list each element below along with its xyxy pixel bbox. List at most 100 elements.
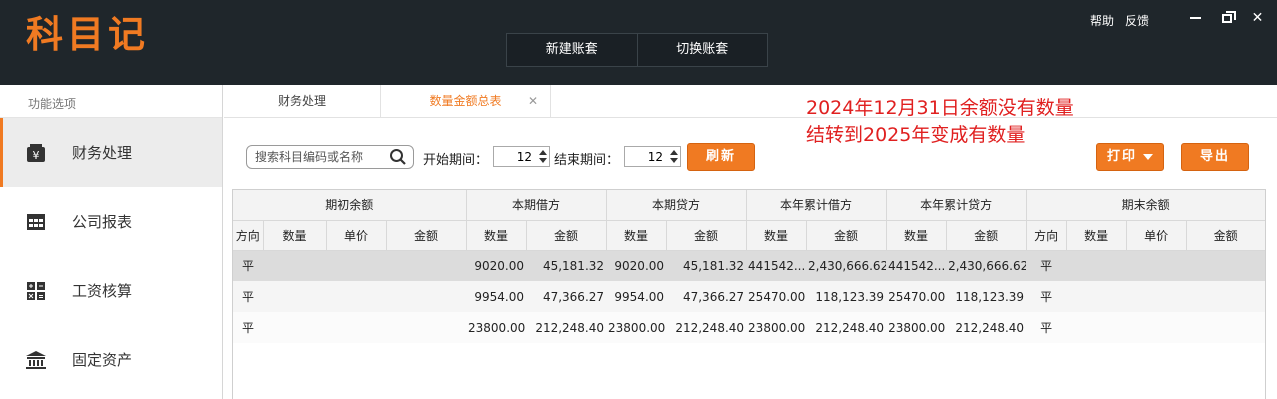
- group-header: 本年累计贷方: [886, 190, 1027, 221]
- table-cell: [1186, 281, 1265, 312]
- sidebar-item-label: 固定资产: [72, 351, 133, 369]
- title-bar: 科目记 新建账套 切换账套 帮助 反馈 ✕: [0, 0, 1277, 85]
- tab-quantity-amount-summary[interactable]: 数量金额总表 ✕: [381, 85, 551, 118]
- yen-box-icon: ¥: [24, 141, 48, 165]
- table-cell: 45,181.32: [666, 250, 747, 281]
- column-header[interactable]: 数量: [886, 220, 947, 251]
- table-row[interactable]: 平 23800.00 212,248.40 23800.00 212,248.40 238…: [233, 312, 1265, 343]
- refresh-button[interactable]: 刷新: [687, 143, 755, 171]
- table-cell: [263, 281, 326, 312]
- search-input[interactable]: [247, 146, 385, 168]
- table-cell: 118,123.39: [946, 281, 1027, 312]
- group-header: 本年累计借方: [746, 190, 887, 221]
- spinner-arrows[interactable]: [669, 148, 678, 165]
- table-cell: [326, 312, 386, 343]
- table-cell: 212,248.40: [526, 312, 607, 343]
- column-header[interactable]: 数量: [606, 220, 667, 251]
- table-row[interactable]: 平 9020.00 45,181.32 9020.00 45,181.32 441542.…: [233, 250, 1265, 281]
- table-cell: [386, 250, 467, 281]
- export-button[interactable]: 导出: [1181, 143, 1249, 171]
- column-header[interactable]: 数量: [466, 220, 527, 251]
- table-cell: [1126, 281, 1187, 312]
- main-content: 财务处理 数量金额总表 ✕ 2024年12月31日余额没有数量 结转到2025年…: [224, 85, 1277, 399]
- restore-icon[interactable]: [1211, 10, 1242, 26]
- end-period-input[interactable]: [625, 147, 669, 166]
- column-header[interactable]: 金额: [946, 220, 1027, 251]
- column-header[interactable]: 数量: [746, 220, 807, 251]
- sidebar-item-label: 公司报表: [72, 213, 133, 231]
- toolbar: 开始期间： 结束期间： 刷新 打印 导出: [224, 143, 1277, 173]
- new-account-set-button[interactable]: 新建账套: [507, 34, 637, 66]
- table-cell: [263, 250, 326, 281]
- table-cell: [1186, 312, 1265, 343]
- table-cell: 47,366.27: [526, 281, 607, 312]
- table-cell: [1066, 281, 1127, 312]
- column-header[interactable]: 方向: [1026, 220, 1067, 251]
- annotation-line-1: 2024年12月31日余额没有数量: [806, 97, 1074, 119]
- table-cell: [326, 250, 386, 281]
- column-header[interactable]: 单价: [1126, 220, 1187, 251]
- search-box: [246, 145, 414, 169]
- group-header: 本期贷方: [606, 190, 747, 221]
- group-header: 本期借方: [466, 190, 607, 221]
- table-cell: 47,366.27: [666, 281, 747, 312]
- column-header[interactable]: 方向: [233, 220, 264, 251]
- summary-table: 期初余额 本期借方 本期贷方 本年累计借方 本年累计贷方 期末余额 方向 数量 单价 金额 数量金…: [232, 189, 1266, 399]
- sidebar-item-payroll[interactable]: 工资核算: [0, 256, 222, 325]
- feedback-link[interactable]: 反馈: [1125, 12, 1149, 29]
- column-header[interactable]: 金额: [806, 220, 887, 251]
- column-header[interactable]: 金额: [386, 220, 467, 251]
- table-cell: [386, 281, 467, 312]
- red-annotation: 2024年12月31日余额没有数量 结转到2025年变成有数量: [806, 95, 1074, 149]
- bank-building-icon: [24, 348, 48, 372]
- sidebar-header: 功能选项: [0, 85, 222, 118]
- sidebar: 功能选项 ¥ 财务处理 公司报表 工资核算 固定资产: [0, 85, 223, 399]
- table-cell: 2,430,666.62: [806, 250, 887, 281]
- table-cell: [326, 281, 386, 312]
- close-icon[interactable]: ✕: [1242, 10, 1273, 26]
- search-icon[interactable]: [389, 148, 407, 166]
- table-cell: 23800.00: [466, 312, 527, 343]
- start-period-spinner: [493, 146, 550, 167]
- spinner-arrows[interactable]: [538, 148, 547, 165]
- sidebar-item-label: 财务处理: [72, 144, 133, 162]
- column-header[interactable]: 数量: [263, 220, 327, 251]
- tab-bar: 财务处理 数量金额总表 ✕: [224, 85, 1277, 118]
- table-cell: [1066, 250, 1127, 281]
- sidebar-item-fixed-assets[interactable]: 固定资产: [0, 325, 222, 394]
- column-header[interactable]: 金额: [666, 220, 747, 251]
- sidebar-item-reports[interactable]: 公司报表: [0, 187, 222, 256]
- table-cell: 平: [233, 250, 263, 281]
- tab-finance[interactable]: 财务处理: [224, 85, 381, 118]
- column-header[interactable]: 金额: [526, 220, 607, 251]
- table-cell: 平: [1026, 281, 1067, 312]
- table-cell: 23800.00: [606, 312, 667, 343]
- print-button[interactable]: 打印: [1096, 143, 1164, 171]
- help-link[interactable]: 帮助: [1090, 12, 1114, 29]
- table-cell: 212,248.40: [666, 312, 747, 343]
- table-cell: [1186, 250, 1265, 281]
- window-links: 帮助 反馈: [1090, 12, 1149, 29]
- table-cell: 2,430,666.62: [946, 250, 1027, 281]
- column-header[interactable]: 金额: [1186, 220, 1265, 251]
- table-cell: 平: [1026, 250, 1067, 281]
- column-header[interactable]: 数量: [1066, 220, 1127, 251]
- column-header[interactable]: 单价: [326, 220, 387, 251]
- minimize-icon[interactable]: [1180, 10, 1211, 26]
- svg-text:¥: ¥: [33, 149, 40, 162]
- table-cell: 212,248.40: [806, 312, 887, 343]
- table-cell: 25470.00: [746, 281, 807, 312]
- table-row[interactable]: 平 9954.00 47,366.27 9954.00 47,366.27 25470.0…: [233, 281, 1265, 312]
- table-cell: 平: [233, 281, 263, 312]
- close-tab-icon[interactable]: ✕: [528, 85, 538, 118]
- table-cell: [263, 312, 326, 343]
- table-body: 平 9020.00 45,181.32 9020.00 45,181.32 441542.…: [233, 250, 1265, 343]
- switch-account-set-button[interactable]: 切换账套: [636, 34, 768, 66]
- sidebar-item-finance[interactable]: ¥ 财务处理: [0, 118, 222, 187]
- table-cell: 23800.00: [746, 312, 807, 343]
- start-period-input[interactable]: [494, 147, 538, 166]
- table-cell: 212,248.40: [946, 312, 1027, 343]
- table-cell: 118,123.39: [806, 281, 887, 312]
- app-logo: 科目记: [26, 13, 149, 56]
- sidebar-item-label: 工资核算: [72, 282, 133, 300]
